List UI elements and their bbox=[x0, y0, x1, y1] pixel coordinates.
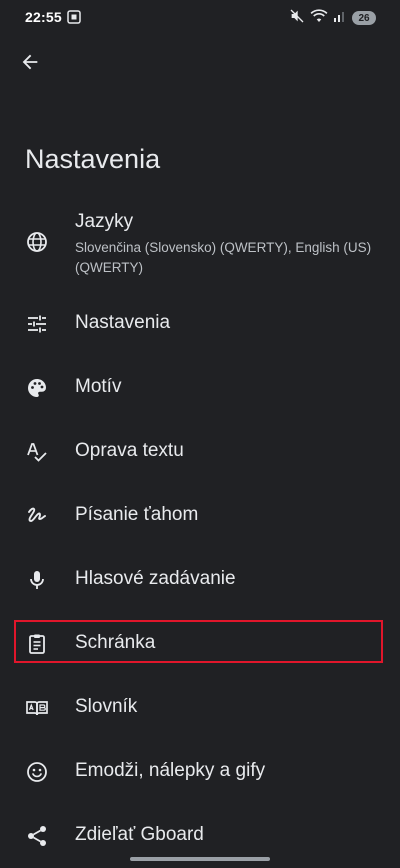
spellcheck-icon bbox=[25, 440, 49, 464]
settings-item-label: Motív bbox=[75, 376, 122, 397]
settings-item-glide-typing[interactable]: Písanie ťahom bbox=[0, 484, 400, 548]
signal-icon bbox=[333, 9, 347, 28]
settings-item-dictionary[interactable]: Slovník bbox=[0, 676, 400, 740]
wifi-icon bbox=[310, 8, 328, 29]
status-time: 22:55 bbox=[25, 9, 62, 25]
settings-item-label: Oprava textu bbox=[75, 440, 184, 461]
share-icon bbox=[25, 824, 49, 848]
settings-item-label: Zdieľať Gboard bbox=[75, 824, 204, 845]
settings-item-label: Nastavenia bbox=[75, 312, 171, 333]
settings-item-preferences[interactable]: Nastavenia bbox=[0, 292, 400, 356]
settings-item-text-correction[interactable]: Oprava textu bbox=[0, 420, 400, 484]
emoji-icon bbox=[25, 760, 49, 784]
mic-icon bbox=[25, 568, 49, 592]
clipboard-icon bbox=[25, 632, 49, 656]
palette-icon bbox=[25, 376, 49, 400]
settings-item-theme[interactable]: Motív bbox=[0, 356, 400, 420]
settings-item-clipboard[interactable]: Schránka bbox=[0, 612, 400, 676]
tune-icon bbox=[25, 312, 49, 336]
settings-item-label: Schránka bbox=[75, 632, 156, 653]
battery-indicator: 26 bbox=[352, 11, 376, 25]
settings-list: Jazyky Slovenčina (Slovensko) (QWERTY), … bbox=[0, 198, 400, 868]
page-title: Nastavenia bbox=[25, 144, 161, 174]
settings-item-subtitle: Slovenčina (Slovensko) (QWERTY), English… bbox=[75, 240, 372, 275]
settings-item-label: Písanie ťahom bbox=[75, 504, 199, 525]
status-bar: 22:55 26 bbox=[0, 0, 400, 36]
settings-item-label: Emodži, nálepky a gify bbox=[75, 760, 266, 781]
settings-item-label: Jazyky bbox=[75, 211, 134, 232]
settings-item-label: Hlasové zadávanie bbox=[75, 568, 236, 589]
home-indicator[interactable] bbox=[130, 857, 270, 861]
mute-icon bbox=[289, 8, 305, 29]
screenshot-icon bbox=[67, 10, 81, 24]
settings-item-label: Slovník bbox=[75, 696, 138, 717]
settings-item-emoji[interactable]: Emodži, nálepky a gify bbox=[0, 740, 400, 804]
book-icon bbox=[25, 696, 49, 720]
back-button[interactable] bbox=[12, 46, 48, 82]
globe-icon bbox=[25, 230, 49, 254]
status-icons: 26 bbox=[289, 8, 376, 29]
arrow-back-icon bbox=[19, 51, 41, 78]
gesture-icon bbox=[25, 504, 49, 528]
settings-item-languages[interactable]: Jazyky Slovenčina (Slovensko) (QWERTY), … bbox=[0, 198, 400, 292]
settings-item-voice-typing[interactable]: Hlasové zadávanie bbox=[0, 548, 400, 612]
